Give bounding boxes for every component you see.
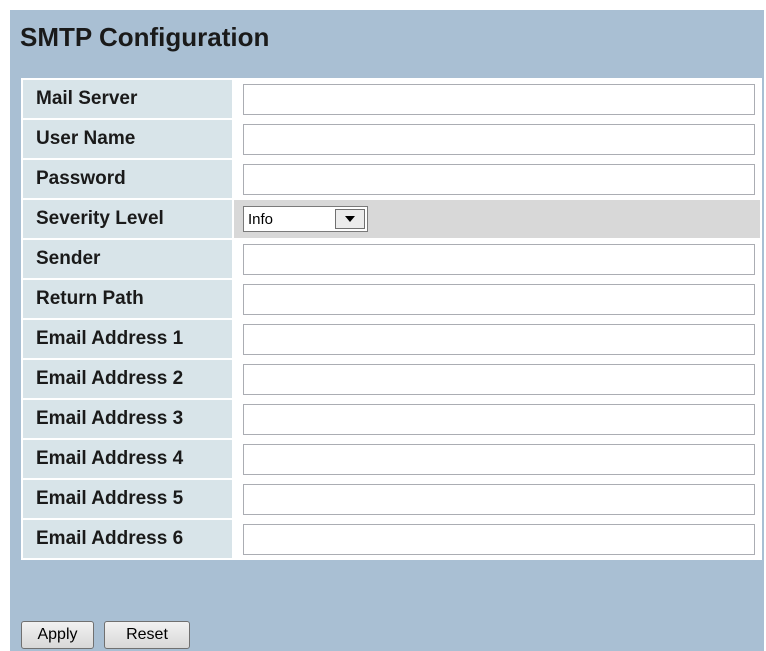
apply-button[interactable]: Apply — [21, 621, 94, 649]
severity-level-value: Info — [248, 211, 274, 228]
email-address-1-input[interactable] — [243, 323, 755, 355]
password-label: Password — [23, 160, 232, 198]
severity-level-label: Severity Level — [23, 200, 232, 238]
mail-server-label: Mail Server — [23, 80, 232, 118]
email-address-4-input[interactable] — [243, 443, 755, 475]
email-address-6-row: Email Address 6 — [23, 520, 760, 558]
email-address-1-row: Email Address 1 — [23, 320, 760, 358]
email-address-3-label: Email Address 3 — [23, 400, 232, 438]
email-address-1-label: Email Address 1 — [23, 320, 232, 358]
config-panel: SMTP Configuration Mail Server User Name… — [10, 10, 764, 651]
return-path-row: Return Path — [23, 280, 760, 318]
email-address-4-label: Email Address 4 — [23, 440, 232, 478]
return-path-label: Return Path — [23, 280, 232, 318]
user-name-row: User Name — [23, 120, 760, 158]
email-address-2-label: Email Address 2 — [23, 360, 232, 398]
sender-input[interactable] — [243, 243, 755, 275]
severity-level-row: Severity Level Info — [23, 200, 760, 238]
email-address-4-row: Email Address 4 — [23, 440, 760, 478]
email-address-6-input[interactable] — [243, 523, 755, 555]
email-address-5-label: Email Address 5 — [23, 480, 232, 518]
email-address-2-row: Email Address 2 — [23, 360, 760, 398]
mail-server-row: Mail Server — [23, 80, 760, 118]
email-address-2-input[interactable] — [243, 363, 755, 395]
email-address-6-label: Email Address 6 — [23, 520, 232, 558]
smtp-config-table: Mail Server User Name Password Severity … — [21, 78, 762, 560]
email-address-3-input[interactable] — [243, 403, 755, 435]
email-address-5-row: Email Address 5 — [23, 480, 760, 518]
chevron-down-icon[interactable] — [335, 209, 365, 229]
reset-button[interactable]: Reset — [104, 621, 190, 649]
sender-label: Sender — [23, 240, 232, 278]
email-address-5-input[interactable] — [243, 483, 755, 515]
mail-server-input[interactable] — [243, 83, 755, 115]
return-path-input[interactable] — [243, 283, 755, 315]
severity-level-select[interactable]: Info — [243, 206, 368, 232]
user-name-input[interactable] — [243, 123, 755, 155]
password-row: Password — [23, 160, 760, 198]
page-title: SMTP Configuration — [20, 22, 270, 52]
password-input[interactable] — [243, 163, 755, 195]
email-address-3-row: Email Address 3 — [23, 400, 760, 438]
sender-row: Sender — [23, 240, 760, 278]
user-name-label: User Name — [23, 120, 232, 158]
